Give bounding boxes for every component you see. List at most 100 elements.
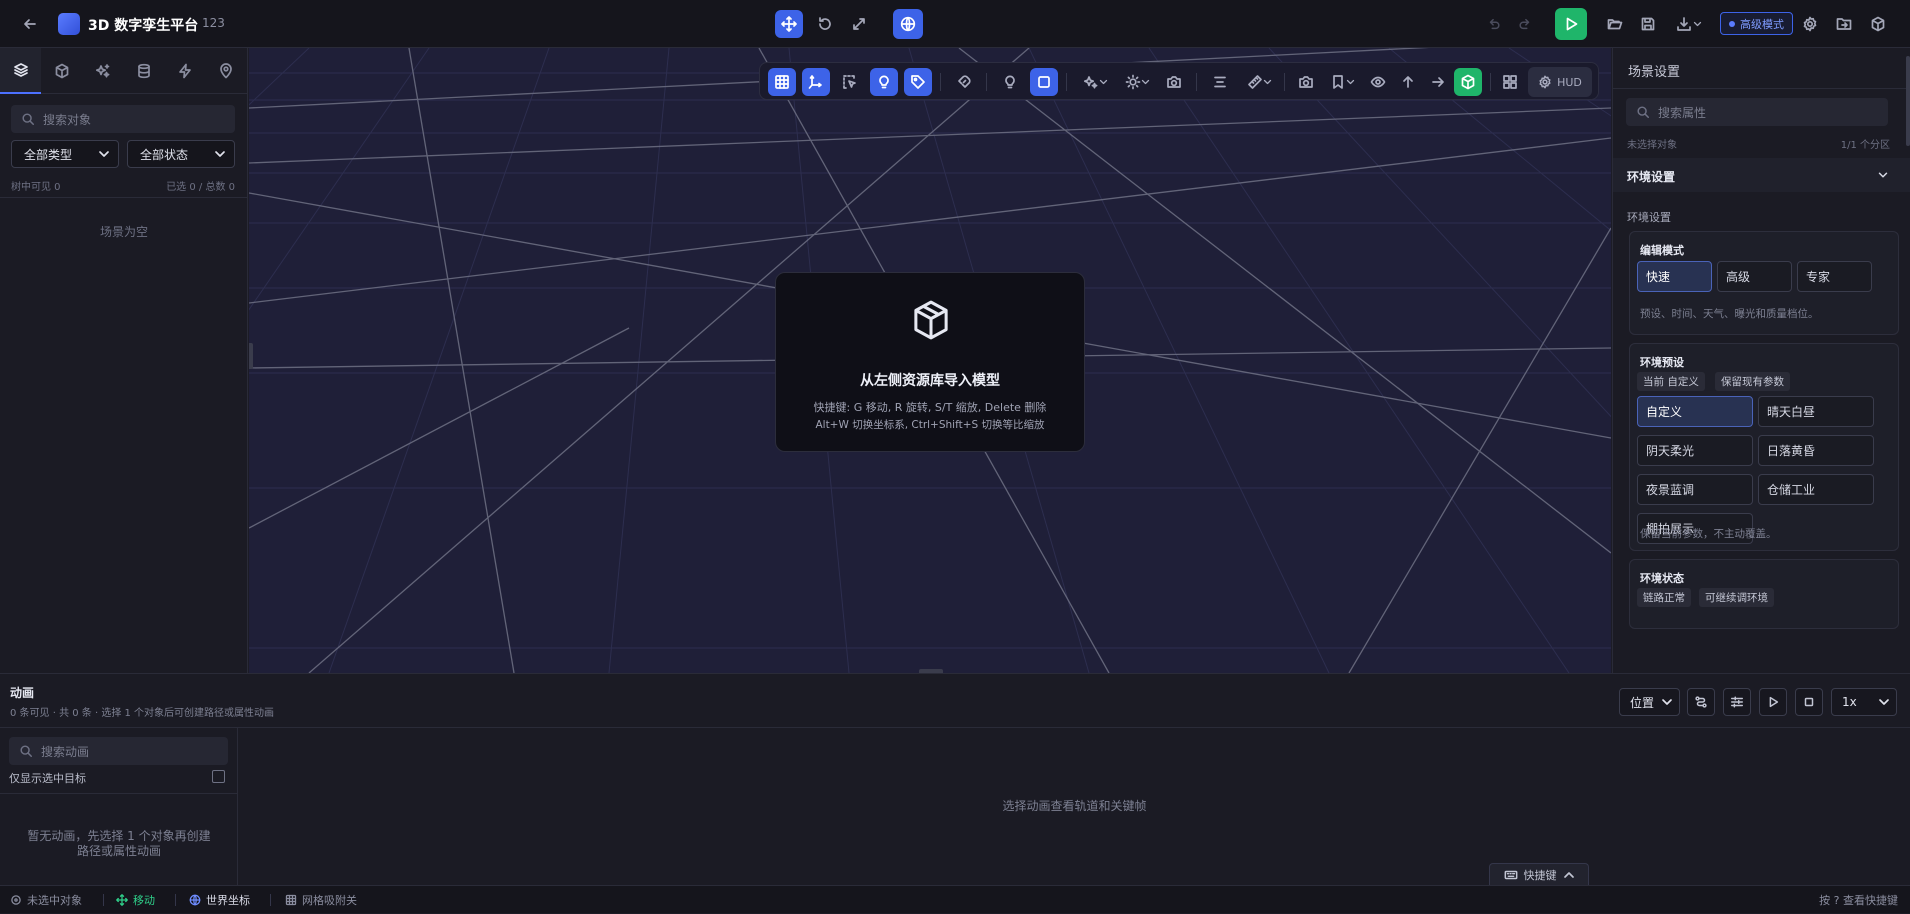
lightning-icon — [178, 63, 191, 79]
settings-button[interactable] — [1796, 10, 1824, 38]
selected-total-count: 已选 0 / 总数 0 — [166, 182, 235, 193]
app-logo — [58, 13, 80, 35]
snap-status[interactable]: 网格吸附关 — [285, 886, 357, 914]
left-resize-handle[interactable] — [249, 343, 253, 369]
help-hint: 按 ? 查看快捷键 — [1819, 886, 1898, 914]
world-coordinate-button[interactable] — [893, 9, 923, 39]
save-button[interactable] — [1634, 10, 1662, 38]
env-preset-card: 环境预设 当前 自定义 保留现有参数 自定义 晴天白昼 阴天柔光 日落黄昏 夜景… — [1629, 343, 1899, 551]
chevron-down-icon — [99, 151, 109, 157]
tab-data[interactable] — [123, 48, 164, 94]
scrollbar[interactable] — [1906, 56, 1910, 146]
tab-effects[interactable] — [82, 48, 123, 94]
import-folder-button[interactable] — [1830, 10, 1858, 38]
path-edit-button[interactable] — [1687, 688, 1715, 716]
coordinate-status[interactable]: 世界坐标 — [189, 886, 250, 914]
continue-env-chip: 可继续调环境 — [1699, 588, 1774, 607]
back-button[interactable] — [16, 10, 44, 38]
shortcut-drawer-button[interactable]: 快捷键 — [1489, 863, 1589, 886]
property-select[interactable]: 位置 — [1619, 688, 1680, 716]
layout-button[interactable] — [1496, 68, 1524, 96]
advanced-mode-badge[interactable]: 高级模式 — [1720, 12, 1793, 35]
open-button[interactable] — [1601, 10, 1629, 38]
view-next-button[interactable] — [1424, 68, 1452, 96]
mode-quick-button[interactable]: 快速 — [1637, 261, 1712, 292]
preset-warehouse-button[interactable]: 仓储工业 — [1758, 474, 1874, 505]
run-button[interactable] — [1555, 8, 1587, 40]
env-section-header[interactable]: 环境设置 — [1613, 158, 1910, 192]
stop-animation-button[interactable] — [1795, 688, 1823, 716]
tracks-settings-button[interactable] — [1723, 688, 1751, 716]
mode-advanced-button[interactable]: 高级 — [1717, 261, 1792, 292]
toolbar-divider — [940, 73, 941, 91]
view-top-button[interactable] — [1394, 68, 1422, 96]
add-light-button[interactable] — [996, 68, 1024, 96]
bookmark-dropdown-button[interactable] — [1324, 68, 1360, 96]
tab-locations[interactable] — [205, 48, 246, 94]
animation-search-input[interactable]: 搜索动画 — [9, 737, 228, 765]
stop-icon — [1804, 697, 1814, 707]
camera-view-button[interactable] — [1292, 68, 1320, 96]
type-filter-select[interactable]: 全部类型 — [11, 140, 119, 168]
tab-events[interactable] — [164, 48, 205, 94]
axes-toggle-button[interactable] — [802, 68, 830, 96]
state-filter-select[interactable]: 全部状态 — [127, 140, 235, 168]
move-tool-button[interactable] — [775, 10, 803, 38]
redo-icon — [1519, 18, 1530, 30]
measure-dropdown-button[interactable] — [1240, 68, 1278, 96]
chevron-down-icon — [1263, 79, 1271, 85]
object-search-input[interactable]: 搜索对象 — [11, 105, 235, 133]
export-dropdown-button[interactable] — [1672, 10, 1706, 38]
empty-viewport-card: 从左侧资源库导入模型 快捷键: G 移动, R 旋转, S/T 缩放, Dele… — [775, 272, 1085, 452]
cube-icon — [914, 300, 948, 340]
tab-models[interactable] — [41, 48, 82, 94]
redo-button[interactable] — [1511, 10, 1539, 38]
animation-search-placeholder: 搜索动画 — [41, 744, 90, 759]
preset-sunset-button[interactable]: 日落黄昏 — [1758, 435, 1874, 466]
align-button[interactable] — [1206, 68, 1234, 96]
tab-layers[interactable] — [0, 48, 41, 94]
3d-viewport[interactable]: HUD 从左侧资源库导入模型 快捷键: G 移动, R 旋转, S/T 缩放, … — [249, 48, 1611, 673]
edit-mode-card: 编辑模式 快速 高级 专家 预设、时间、天气、曝光和质量档位。 — [1629, 231, 1899, 335]
scale-tool-button[interactable] — [845, 10, 873, 38]
model-button[interactable] — [1864, 10, 1892, 38]
hud-button[interactable]: HUD — [1528, 67, 1592, 97]
screenshot-button[interactable] — [1160, 68, 1188, 96]
scene-settings-panel: 场景设置 搜索属性 未选择对象 1/1 个分区 环境设置 环境设置 编辑模式 快… — [1612, 48, 1910, 673]
visibility-button[interactable] — [1364, 68, 1392, 96]
grid-toggle-button[interactable] — [768, 68, 796, 96]
ruler-icon — [1247, 75, 1262, 89]
divider — [1613, 88, 1910, 89]
preset-sunny-button[interactable]: 晴天白昼 — [1758, 396, 1874, 427]
preset-overcast-button[interactable]: 阴天柔光 — [1637, 435, 1753, 466]
box-select-button[interactable] — [836, 68, 864, 96]
toolbar-divider — [1490, 73, 1491, 91]
play-animation-button[interactable] — [1759, 688, 1787, 716]
chevron-up-icon — [1563, 872, 1574, 878]
viewport-toolbar: HUD — [759, 62, 1599, 100]
rotate-tool-button[interactable] — [811, 10, 839, 38]
tool-status[interactable]: 移动 — [116, 886, 155, 914]
animation-summary: 0 条可见 · 共 0 条 · 选择 1 个对象后可创建路径或属性动画 — [10, 708, 275, 719]
empty-scene-text: 场景为空 — [99, 225, 148, 239]
snap-magnet-button[interactable] — [950, 68, 978, 96]
model-mode-button[interactable] — [1454, 68, 1482, 96]
timeline-area[interactable]: 选择动画查看轨道和关键帧 快捷键 — [239, 728, 1910, 886]
expand-icon — [853, 18, 865, 30]
preset-night-button[interactable]: 夜景蓝调 — [1637, 474, 1753, 505]
undo-button[interactable] — [1480, 10, 1508, 38]
play-icon — [1769, 696, 1779, 708]
preset-custom-button[interactable]: 自定义 — [1637, 396, 1753, 427]
speed-select[interactable]: 1x — [1831, 688, 1897, 716]
effects-dropdown-button[interactable] — [1076, 68, 1114, 96]
lighting-dropdown-button[interactable] — [1118, 68, 1156, 96]
divider — [0, 197, 248, 198]
env-status-title: 环境状态 — [1640, 572, 1684, 585]
selection-status-text: 未选中对象 — [27, 894, 82, 907]
only-selected-checkbox[interactable] — [212, 770, 225, 783]
labels-toggle-button[interactable] — [904, 68, 932, 96]
property-search-input[interactable]: 搜索属性 — [1626, 98, 1888, 126]
frame-toggle-button[interactable] — [1030, 68, 1058, 96]
mode-expert-button[interactable]: 专家 — [1797, 261, 1872, 292]
light-helpers-button[interactable] — [870, 68, 898, 96]
